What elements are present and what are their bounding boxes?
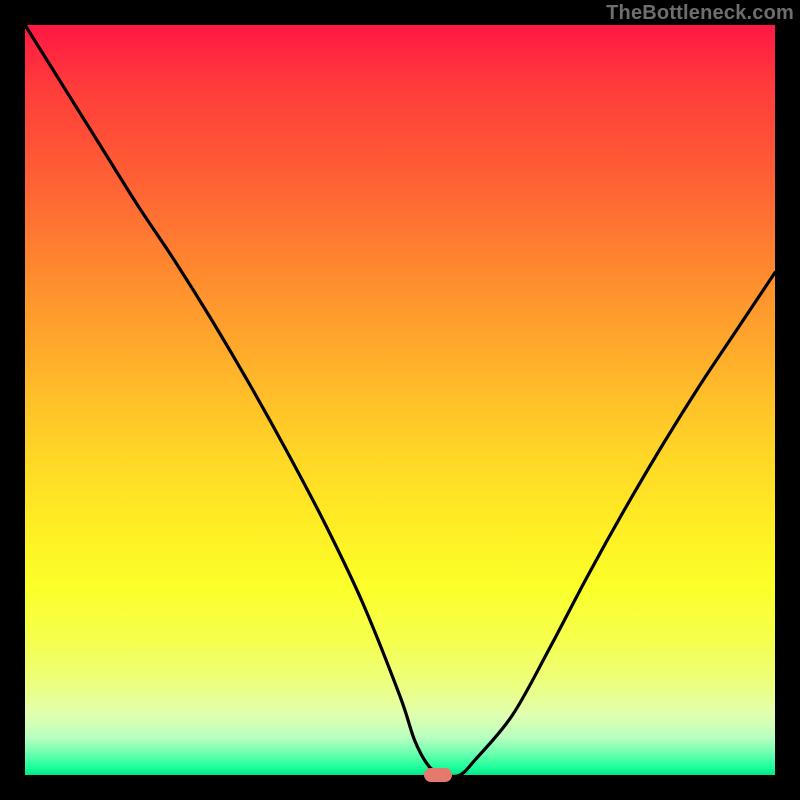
bottleneck-curve	[25, 25, 775, 775]
outer-frame: TheBottleneck.com	[0, 0, 800, 800]
optimal-point-marker	[424, 768, 452, 782]
watermark-text: TheBottleneck.com	[606, 2, 794, 25]
